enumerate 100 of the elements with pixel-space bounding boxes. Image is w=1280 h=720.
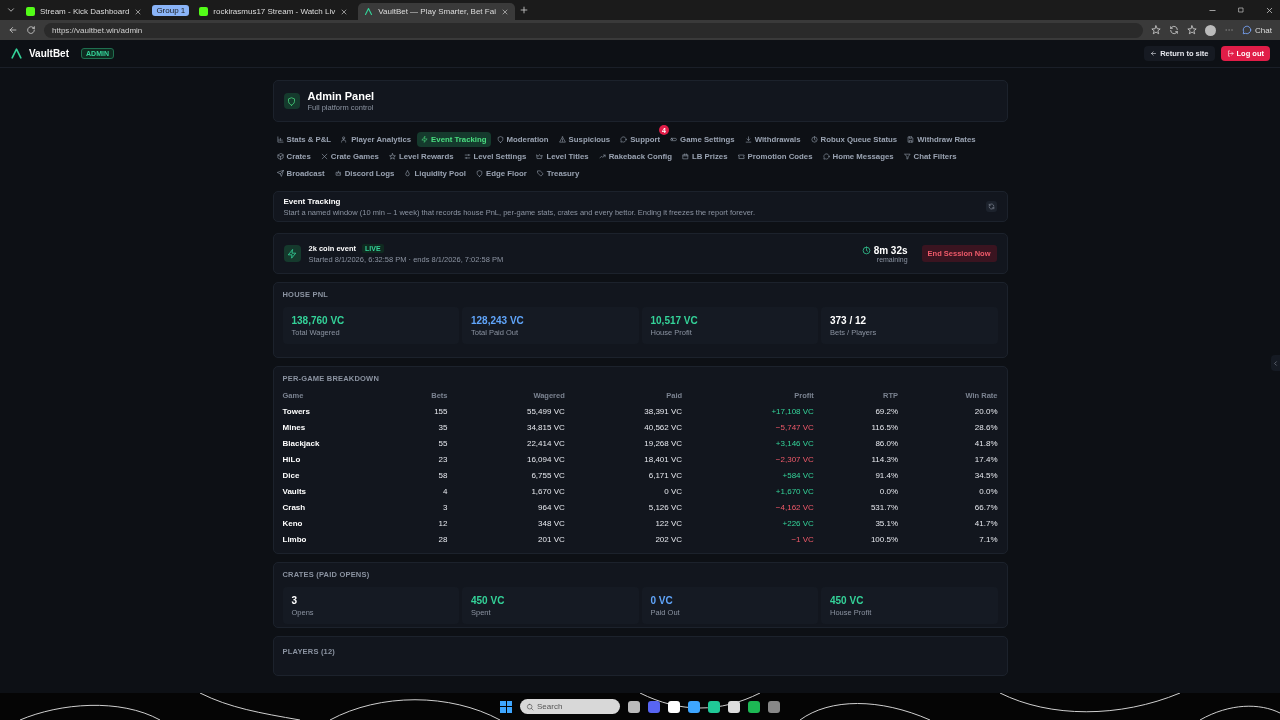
search-icon bbox=[526, 703, 534, 711]
table-cell: 6,755 VC bbox=[447, 467, 565, 483]
cube-icon bbox=[276, 153, 284, 160]
table-cell-text: 35 bbox=[437, 421, 448, 434]
table-cell-text: Limbo bbox=[282, 533, 308, 546]
table-cell: 114.3% bbox=[813, 451, 899, 467]
table-cell: 40,562 VC bbox=[564, 419, 683, 435]
table-cell: 38,391 VC bbox=[564, 403, 683, 419]
new-tab-icon[interactable] bbox=[518, 5, 529, 15]
refresh-button[interactable] bbox=[985, 201, 997, 212]
table-cell: 86.0% bbox=[813, 435, 899, 451]
table-cell: 22,414 VC bbox=[447, 435, 565, 451]
stat-value: 373 / 12 bbox=[830, 315, 868, 326]
table-cell: 16,094 VC bbox=[447, 451, 565, 467]
app-icon[interactable] bbox=[688, 700, 700, 713]
star-icon[interactable] bbox=[1151, 25, 1162, 35]
filter-icon bbox=[903, 153, 911, 160]
tab-group-label[interactable]: Group 1 bbox=[152, 4, 190, 16]
send-icon bbox=[276, 170, 284, 177]
table-cell: +17,108 VC bbox=[682, 403, 814, 419]
refresh-icon bbox=[987, 203, 995, 210]
table-cell: 69.2% bbox=[813, 403, 899, 419]
table-cell: 35.1% bbox=[813, 515, 899, 531]
table-cell: 1,670 VC bbox=[447, 483, 565, 499]
stat-value: 10,517 VC bbox=[650, 315, 699, 326]
table-cell: 5,126 VC bbox=[564, 499, 683, 515]
table-cell: −1 VC bbox=[682, 531, 814, 547]
save-icon bbox=[907, 136, 915, 143]
table-cell: 17.4% bbox=[898, 451, 998, 467]
table-cell-text: Crash bbox=[282, 501, 307, 514]
table-cell-text: Blackjack bbox=[282, 437, 321, 450]
tab-title: VaultBet — Play Smarter, Bet Fai bbox=[378, 7, 496, 16]
table-cell: 7.1% bbox=[898, 531, 998, 547]
table-cell: 41.8% bbox=[898, 435, 998, 451]
chevron-down-icon[interactable] bbox=[6, 5, 16, 15]
close-icon[interactable] bbox=[134, 7, 143, 16]
table-cell-text: HiLo bbox=[282, 453, 302, 466]
chat-button[interactable]: Chat bbox=[1242, 25, 1272, 35]
address-field[interactable]: https://vaultbet.win/admin bbox=[44, 22, 1144, 38]
table-cell: 201 VC bbox=[447, 531, 565, 547]
table-cell-text: Dice bbox=[282, 469, 301, 482]
browser-tab[interactable]: Stream - Kick Dashboard bbox=[20, 3, 149, 20]
table-cell-text: 55 bbox=[437, 437, 448, 450]
back-icon[interactable] bbox=[8, 25, 18, 35]
app-icon[interactable] bbox=[748, 700, 760, 713]
shield-icon bbox=[496, 136, 504, 143]
stat-value: 3 bbox=[291, 595, 299, 606]
chat-icon bbox=[1242, 25, 1253, 35]
table-cell: 0.0% bbox=[898, 483, 998, 499]
bar-chart-icon bbox=[276, 136, 284, 143]
close-icon[interactable] bbox=[1265, 5, 1274, 15]
countdown: 8m 32s bbox=[873, 244, 908, 256]
windows-start-icon[interactable] bbox=[500, 700, 512, 713]
reload-icon[interactable] bbox=[26, 25, 36, 35]
profile-avatar[interactable] bbox=[1205, 24, 1217, 36]
stat-value: 0 VC bbox=[650, 595, 674, 606]
table-cell: +226 VC bbox=[682, 515, 814, 531]
table-cell: 348 VC bbox=[447, 515, 565, 531]
stat-value: 128,243 VC bbox=[471, 315, 525, 326]
users-icon bbox=[341, 136, 349, 143]
drop-icon bbox=[404, 170, 412, 177]
search-field[interactable]: Search bbox=[520, 699, 620, 714]
side-handle[interactable] bbox=[1271, 355, 1280, 371]
table-cell: 0.0% bbox=[813, 483, 899, 499]
app-icon[interactable] bbox=[668, 700, 680, 713]
table-cell: 55,499 VC bbox=[447, 403, 565, 419]
clock-icon bbox=[810, 136, 818, 143]
table-cell-text: 3 bbox=[442, 501, 448, 514]
table-cell: 19,268 VC bbox=[564, 435, 683, 451]
app-icon[interactable] bbox=[708, 700, 720, 713]
ticket-icon bbox=[737, 153, 745, 160]
table-cell: 0 VC bbox=[564, 483, 683, 499]
table-cell: 964 VC bbox=[447, 499, 565, 515]
refresh-icon[interactable] bbox=[1169, 25, 1180, 35]
table-cell: 66.7% bbox=[898, 499, 998, 515]
gamepad-icon bbox=[670, 136, 678, 143]
table-cell-text: Keno bbox=[282, 517, 304, 530]
section-title: Event Tracking bbox=[283, 196, 342, 206]
app-icon[interactable] bbox=[628, 700, 640, 713]
table-cell-text: 4 bbox=[442, 485, 448, 498]
table-cell-text: 58 bbox=[437, 469, 448, 482]
table-cell: 34.5% bbox=[898, 467, 998, 483]
panel-title: Admin Panel bbox=[307, 90, 375, 102]
table-cell: +584 VC bbox=[682, 467, 814, 483]
table-cell: +3,146 VC bbox=[682, 435, 814, 451]
browser-tab[interactable]: rockirasmus17 Stream - Watch Liv bbox=[193, 3, 355, 20]
sliders-icon bbox=[463, 153, 471, 160]
browser-tab[interactable]: VaultBet — Play Smarter, Bet Fai bbox=[358, 3, 515, 20]
star-icon[interactable] bbox=[1187, 25, 1198, 35]
table-cell: 100.5% bbox=[813, 531, 899, 547]
app-icon[interactable] bbox=[728, 700, 740, 713]
table-cell: 531.7% bbox=[813, 499, 899, 515]
chevron-left-icon bbox=[1272, 359, 1279, 367]
close-icon[interactable] bbox=[500, 7, 509, 16]
table-cell: 20.0% bbox=[898, 403, 998, 419]
table-cell: 41.7% bbox=[898, 515, 998, 531]
close-icon[interactable] bbox=[340, 7, 349, 16]
bolt-icon bbox=[287, 248, 297, 259]
maximize-icon[interactable] bbox=[1237, 6, 1245, 14]
stat-value: 450 VC bbox=[830, 595, 865, 606]
